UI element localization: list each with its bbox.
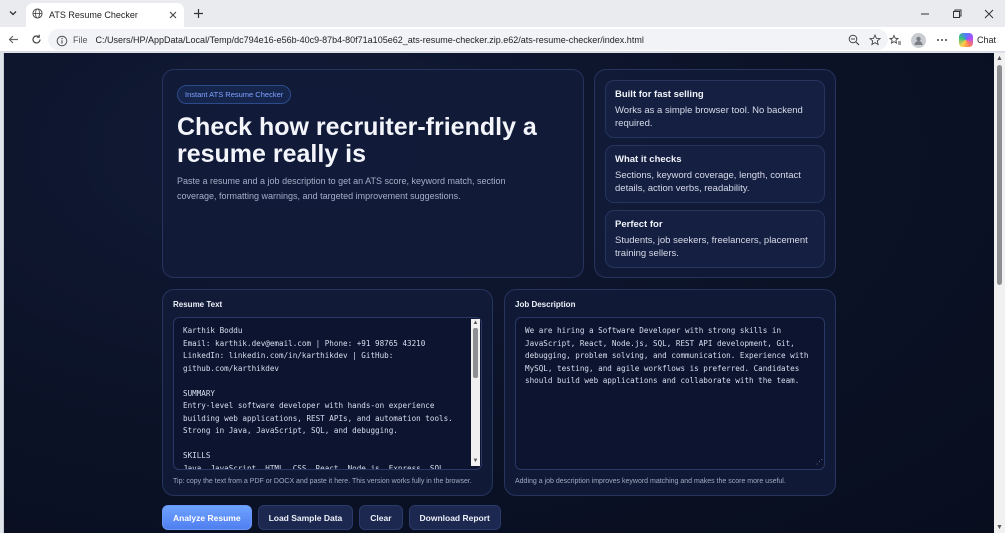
globe-icon — [32, 6, 43, 24]
scroll-down-icon[interactable]: ▼ — [472, 458, 479, 465]
url-text: C:/Users/HP/AppData/Local/Temp/dc794e16-… — [95, 34, 644, 45]
resize-grip-icon[interactable]: ⋰ — [816, 459, 823, 466]
resume-hint: Tip: copy the text from a PDF or DOCX an… — [173, 478, 472, 485]
reload-icon[interactable] — [28, 31, 45, 48]
favorites-icon[interactable] — [888, 33, 903, 48]
job-description-label: Job Description — [515, 300, 576, 309]
page-title: Check how recruiter-friendly a resume re… — [177, 113, 537, 168]
minimize-icon[interactable] — [909, 0, 941, 27]
job-hint: Adding a job description improves keywor… — [515, 478, 786, 485]
zoom-out-icon[interactable] — [846, 32, 861, 47]
scroll-up-icon[interactable]: ▲ — [472, 320, 479, 327]
feature-description: Students, job seekers, freelancers, plac… — [615, 235, 808, 259]
feature-description: Sections, keyword coverage, length, cont… — [615, 170, 801, 194]
job-description-textarea[interactable]: We are hiring a Software Developer with … — [515, 317, 825, 470]
restore-icon[interactable] — [941, 0, 973, 27]
hero-card: Instant ATS Resume Checker Check how rec… — [162, 69, 584, 278]
copilot-chat-button[interactable]: Chat — [957, 31, 1002, 49]
resume-panel: Resume Text Karthik Boddu Email: karthik… — [162, 289, 493, 496]
chat-label: Chat — [977, 35, 997, 45]
url-field[interactable]: File C:/Users/HP/AppData/Local/Temp/dc79… — [48, 29, 888, 50]
action-bar: Analyze Resume Load Sample Data Clear Do… — [162, 505, 501, 530]
analyze-resume-button[interactable]: Analyze Resume — [162, 505, 252, 530]
address-toolbar: File C:/Users/HP/AppData/Local/Temp/dc79… — [0, 27, 1005, 52]
page-scroll-thumb[interactable] — [997, 65, 1002, 285]
profile-avatar-icon[interactable] — [911, 32, 926, 48]
resume-scroll-thumb[interactable] — [473, 328, 478, 378]
close-tab-icon[interactable] — [166, 8, 180, 22]
download-report-button[interactable]: Download Report — [408, 505, 501, 530]
url-scheme: File — [73, 34, 88, 45]
resume-label: Resume Text — [173, 300, 223, 309]
tab-actions-menu-icon[interactable] — [4, 4, 22, 22]
window-controls — [909, 0, 1005, 27]
browser-tab[interactable]: ATS Resume Checker — [26, 3, 184, 27]
job-panel: Job Description We are hiring a Software… — [504, 289, 836, 496]
browser-tab-bar: ATS Resume Checker — [0, 0, 1005, 27]
back-arrow-icon[interactable] — [5, 31, 22, 48]
page-scroll-up-icon[interactable]: ▲ — [996, 55, 1003, 62]
features-card: Built for fast selling Works as a simple… — [594, 69, 836, 278]
feature-title: What it checks — [615, 154, 682, 165]
feature-description: Works as a simple browser tool. No backe… — [615, 105, 803, 129]
page-scrollbar[interactable]: ▲ ▼ — [994, 53, 1005, 533]
info-icon[interactable] — [56, 34, 68, 46]
load-sample-button[interactable]: Load Sample Data — [257, 505, 354, 530]
feature-item: Perfect for Students, job seekers, freel… — [605, 210, 825, 268]
copilot-logo-icon — [959, 33, 973, 47]
resume-textarea[interactable]: Karthik Boddu Email: karthik.dev@email.c… — [173, 317, 482, 470]
hero-badge: Instant ATS Resume Checker — [177, 85, 292, 104]
close-window-icon[interactable] — [973, 0, 1005, 27]
feature-title: Perfect for — [615, 219, 663, 230]
page-scroll-down-icon[interactable]: ▼ — [996, 524, 1003, 531]
more-options-icon[interactable] — [934, 33, 949, 48]
resume-scrollbar[interactable]: ▲ ▼ — [471, 319, 480, 466]
feature-title: Built for fast selling — [615, 89, 704, 100]
clear-button[interactable]: Clear — [359, 505, 403, 530]
favorite-star-icon[interactable] — [867, 32, 882, 47]
hero-description: Paste a resume and a job description to … — [177, 176, 506, 201]
page-viewport: Instant ATS Resume Checker Check how rec… — [3, 53, 1005, 533]
feature-item: Built for fast selling Works as a simple… — [605, 80, 825, 138]
new-tab-icon[interactable] — [190, 5, 206, 21]
feature-item: What it checks Sections, keyword coverag… — [605, 145, 825, 203]
tab-title: ATS Resume Checker — [49, 10, 138, 20]
